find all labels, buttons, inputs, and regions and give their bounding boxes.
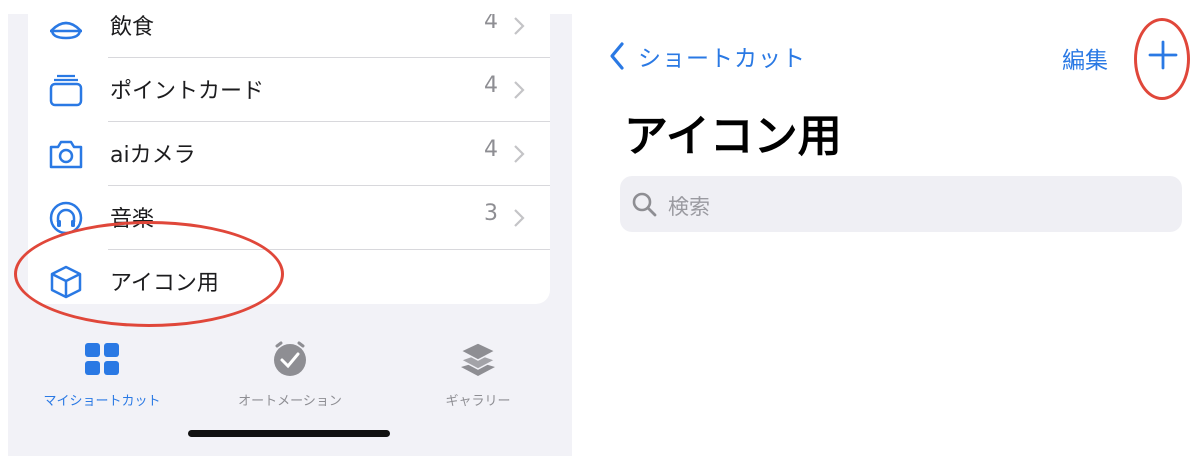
point-card-icon [49,74,83,107]
layers-icon [459,342,497,376]
annotation-circle [14,221,284,327]
search-field[interactable]: 検索 [620,176,1182,232]
list-item-label: 飲食 [110,15,155,40]
tab-label: ギャラリー [445,394,511,409]
back-button[interactable]: ショートカット [608,36,806,76]
grid-icon [85,343,119,375]
tab-label: マイショートカット [43,394,161,409]
list-item-ai-camera[interactable]: aiカメラ 4 [28,122,550,186]
home-indicator [188,430,390,437]
food-icon [50,21,82,40]
list-item-label: ポイントカード [110,79,265,104]
chevron-right-icon [514,209,525,227]
list-item-count: 3 [484,201,498,226]
annotation-circle [1134,18,1190,100]
chevron-right-icon [514,145,525,163]
camera-icon [49,140,83,169]
tab-gallery[interactable]: ギャラリー [384,332,572,412]
tab-label: オートメーション [238,394,342,409]
clock-check-icon [274,341,306,376]
list-item-count: 4 [484,137,498,162]
list-item-count: 4 [484,14,498,34]
chevron-right-icon [514,17,525,35]
search-placeholder: 検索 [668,195,710,219]
tab-bar: マイショートカット オートメーション ギャラリー [8,332,572,412]
chevron-left-icon [610,42,624,70]
chevron-right-icon [514,81,525,99]
search-icon [632,192,657,217]
tab-my-shortcuts[interactable]: マイショートカット [8,332,196,412]
list-item-point-card[interactable]: ポイントカード 4 [28,58,550,122]
folder-detail-screen: ショートカット 編集 アイコン用 検索 [572,0,1200,456]
tab-automation[interactable]: オートメーション [196,332,384,412]
list-item-food[interactable]: 飲食 4 [28,14,550,58]
page-title: アイコン用 [624,111,842,162]
list-item-count: 4 [484,73,498,98]
edit-button[interactable]: 編集 [1062,41,1108,75]
back-label: ショートカット [638,46,806,72]
shortcuts-list-screen: 飲食 4 ポイントカード 4 aiカメラ 4 音楽 3 アイコン用 マイショート… [8,14,572,456]
list-item-label: aiカメラ [110,143,196,168]
